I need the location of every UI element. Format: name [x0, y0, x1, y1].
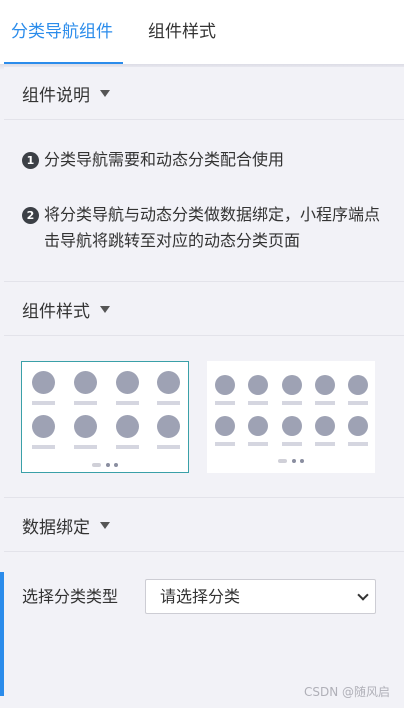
- placeholder-circle-icon: [74, 371, 97, 394]
- placeholder-bar: [282, 442, 302, 446]
- divider: [4, 281, 404, 282]
- description-text: 将分类导航与动态分类做数据绑定，小程序端点击导航将跳转至对应的动态分类页面: [44, 205, 381, 250]
- placeholder-bar: [282, 401, 302, 405]
- placeholder-bar: [215, 401, 235, 405]
- number-badge-icon: 1: [22, 152, 39, 169]
- divider: [4, 497, 404, 498]
- placeholder-circle-icon: [215, 416, 235, 436]
- pager-dot: [300, 459, 304, 463]
- placeholder-circle-icon: [348, 416, 368, 436]
- placeholder-circle-icon: [248, 375, 268, 395]
- pager-indicator-active: [278, 459, 287, 463]
- placeholder-circle-icon: [282, 416, 302, 436]
- placeholder-bar: [32, 401, 55, 405]
- pager-dot: [114, 463, 118, 467]
- watermark: CSDN @随风启: [303, 685, 390, 699]
- placeholder-bar: [116, 445, 139, 449]
- section-title-description: 组件说明: [22, 85, 90, 106]
- divider: [4, 335, 404, 336]
- placeholder-circle-icon: [32, 415, 55, 438]
- select-value: 请选择分类: [160, 587, 241, 606]
- placeholder-circle-icon: [315, 416, 335, 436]
- placeholder-circle-icon: [74, 415, 97, 438]
- section-header-description[interactable]: 组件说明: [4, 67, 404, 119]
- divider: [4, 551, 404, 552]
- tab-category-nav[interactable]: 分类导航组件: [11, 0, 113, 64]
- left-accent-bar: [0, 572, 4, 696]
- placeholder-bar: [248, 442, 268, 446]
- style-option-4-columns[interactable]: [21, 361, 189, 473]
- placeholder-bar: [348, 401, 368, 405]
- description-item-1: 1 分类导航需要和动态分类配合使用: [22, 147, 382, 173]
- placeholder-bar: [74, 445, 97, 449]
- placeholder-circle-icon: [282, 375, 302, 395]
- placeholder-bar: [157, 445, 180, 449]
- pager-dot: [292, 459, 296, 463]
- placeholder-bar: [74, 401, 97, 405]
- tab-bar: 分类导航组件 组件样式: [0, 0, 404, 64]
- chevron-down-icon: [357, 589, 369, 601]
- placeholder-bar: [248, 401, 268, 405]
- placeholder-circle-icon: [215, 375, 235, 395]
- pager-dot: [106, 463, 110, 467]
- number-badge-icon: 2: [22, 207, 39, 224]
- category-type-label: 选择分类类型: [22, 587, 119, 606]
- divider: [4, 119, 404, 120]
- placeholder-circle-icon: [348, 375, 368, 395]
- caret-down-icon[interactable]: [100, 305, 110, 313]
- section-title-binding: 数据绑定: [22, 517, 90, 538]
- category-type-select[interactable]: 请选择分类: [145, 579, 376, 614]
- style-option-5-columns[interactable]: [207, 361, 375, 473]
- pager-indicator-active: [92, 463, 101, 467]
- placeholder-circle-icon: [248, 416, 268, 436]
- placeholder-circle-icon: [116, 371, 139, 394]
- placeholder-bar: [315, 442, 335, 446]
- placeholder-bar: [116, 401, 139, 405]
- placeholder-circle-icon: [32, 371, 55, 394]
- tab-component-style[interactable]: 组件样式: [148, 0, 216, 64]
- description-item-2: 2 将分类导航与动态分类做数据绑定，小程序端点击导航将跳转至对应的动态分类页面: [22, 202, 382, 254]
- placeholder-bar: [157, 401, 180, 405]
- placeholder-bar: [348, 442, 368, 446]
- section-header-binding[interactable]: 数据绑定: [4, 499, 404, 551]
- placeholder-circle-icon: [157, 371, 180, 394]
- placeholder-circle-icon: [116, 415, 139, 438]
- placeholder-bar: [32, 445, 55, 449]
- placeholder-bar: [215, 442, 235, 446]
- caret-down-icon[interactable]: [100, 521, 110, 529]
- section-title-style: 组件样式: [22, 301, 90, 322]
- placeholder-bar: [315, 401, 335, 405]
- description-text: 分类导航需要和动态分类配合使用: [44, 150, 285, 169]
- placeholder-circle-icon: [157, 415, 180, 438]
- section-header-style[interactable]: 组件样式: [4, 283, 404, 335]
- caret-down-icon[interactable]: [100, 89, 110, 97]
- placeholder-circle-icon: [315, 375, 335, 395]
